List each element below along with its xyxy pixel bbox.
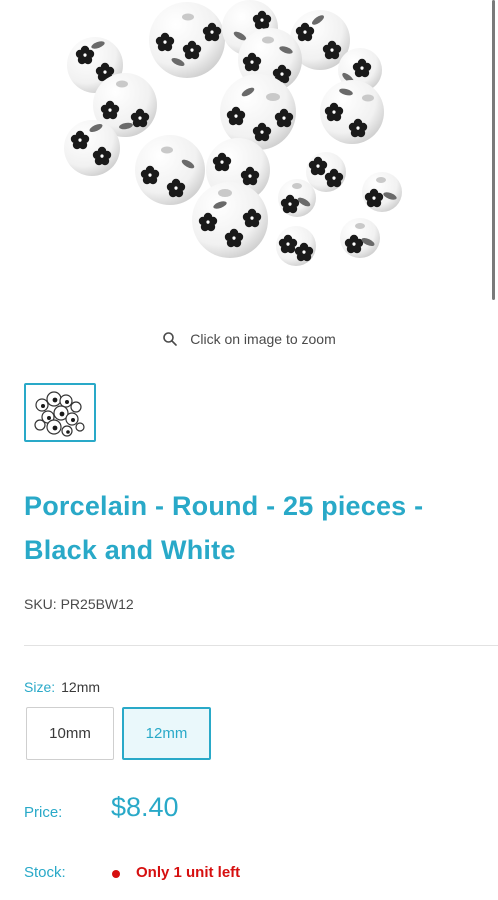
price-label: Price: [24, 804, 63, 821]
product-thumbnail[interactable] [24, 383, 96, 442]
price-value: $8.40 [111, 792, 179, 822]
stock-label: Stock: [24, 864, 66, 881]
sku-label: SKU: [24, 596, 57, 612]
sku-value: PR25BW12 [60, 596, 134, 612]
page-scrollbar[interactable] [492, 0, 495, 300]
product-title: Porcelain - Round - 25 pieces - Black an… [24, 491, 424, 565]
sku-line: SKU: PR25BW12 [24, 596, 134, 612]
size-option-12mm[interactable]: 12mm [122, 707, 211, 760]
zoom-hint[interactable]: Click on image to zoom [0, 328, 498, 350]
stock-status: Only 1 unit left [136, 864, 241, 881]
bead [362, 172, 402, 212]
bead [340, 218, 380, 258]
zoom-hint-text: Click on image to zoom [190, 331, 336, 347]
bead [220, 74, 296, 150]
bead [135, 135, 205, 205]
size-option-10mm[interactable]: 10mm [26, 707, 114, 760]
size-selected-value: 12mm [61, 679, 101, 695]
bead [192, 182, 268, 258]
bead [306, 152, 346, 192]
size-selector-label: Size: 12mm [24, 679, 100, 695]
bead [64, 120, 120, 176]
magnifier-icon [162, 331, 178, 347]
status-dot-icon [112, 870, 120, 878]
product-main-image[interactable] [0, 0, 498, 300]
bead [149, 2, 225, 78]
section-divider [24, 645, 498, 646]
bead [320, 80, 384, 144]
size-label: Size: [24, 679, 56, 695]
beads-illustration [64, 0, 402, 266]
bead [278, 179, 316, 217]
bead [276, 226, 316, 266]
thumbnail-image [34, 391, 85, 437]
